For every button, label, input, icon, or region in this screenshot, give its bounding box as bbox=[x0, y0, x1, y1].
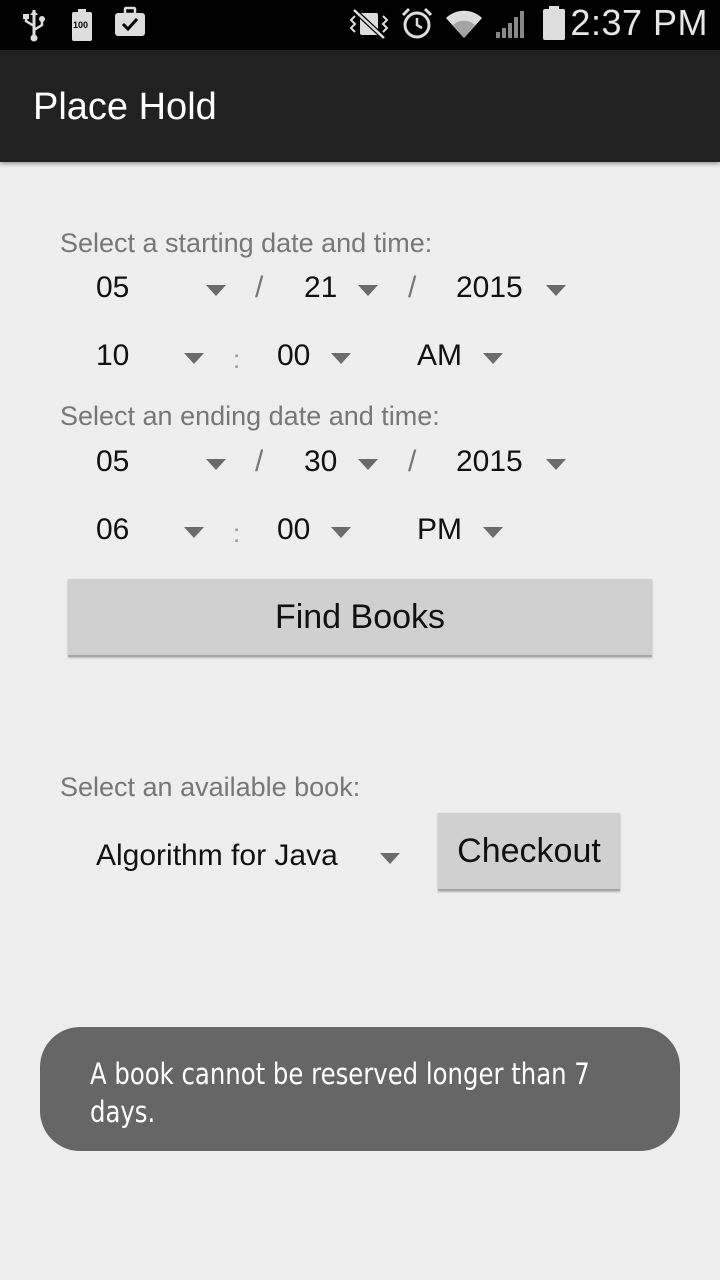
start-month-spinner[interactable]: 05 bbox=[96, 263, 232, 313]
start-datetime-label: Select a starting date and time: bbox=[60, 228, 433, 258]
end-datetime-label: Select an ending date and time: bbox=[60, 401, 440, 431]
checkout-button[interactable]: Checkout bbox=[438, 813, 620, 891]
dropdown-arrow-icon bbox=[184, 527, 204, 538]
status-time: 2:37 PM bbox=[570, 2, 708, 43]
time-separator: : bbox=[233, 518, 241, 548]
dropdown-arrow-icon bbox=[483, 527, 503, 538]
end-day-spinner[interactable]: 30 bbox=[304, 437, 390, 487]
wifi-icon bbox=[446, 10, 482, 39]
spinner-value: 06 bbox=[96, 513, 130, 546]
dropdown-arrow-icon bbox=[546, 285, 566, 296]
spinner-value: 05 bbox=[96, 271, 130, 304]
book-spinner[interactable]: Algorithm for Java bbox=[96, 831, 406, 881]
date-separator: / bbox=[255, 445, 264, 478]
end-year-spinner[interactable]: 2015 bbox=[456, 437, 582, 487]
spinner-value: 30 bbox=[304, 445, 338, 478]
spinner-value: 21 bbox=[304, 271, 338, 304]
briefcase-check-icon bbox=[115, 6, 145, 36]
battery-level-label: 100 bbox=[73, 20, 89, 30]
end-minute-spinner[interactable]: 00 bbox=[277, 505, 357, 555]
page-title: Place Hold bbox=[33, 86, 217, 128]
spinner-value: AM bbox=[417, 339, 462, 372]
vibrate-mute-icon bbox=[349, 8, 389, 40]
date-separator: / bbox=[408, 271, 417, 304]
alarm-icon bbox=[401, 7, 433, 39]
end-month-spinner[interactable]: 05 bbox=[96, 437, 232, 487]
dropdown-arrow-icon bbox=[206, 459, 226, 470]
start-ampm-spinner[interactable]: AM bbox=[417, 331, 513, 381]
dropdown-arrow-icon bbox=[380, 853, 400, 864]
dropdown-arrow-icon bbox=[358, 459, 378, 470]
start-year-spinner[interactable]: 2015 bbox=[456, 263, 582, 313]
end-hour-spinner[interactable]: 06 bbox=[96, 505, 212, 555]
status-bar: 100 2:37 PM bbox=[0, 0, 720, 50]
start-day-spinner[interactable]: 21 bbox=[304, 263, 390, 313]
usb-icon bbox=[23, 10, 45, 42]
find-books-button[interactable]: Find Books bbox=[68, 579, 652, 657]
spinner-value: Algorithm for Java bbox=[96, 839, 338, 872]
book-select-label: Select an available book: bbox=[60, 772, 361, 802]
spinner-value: 00 bbox=[277, 513, 311, 546]
date-separator: / bbox=[255, 271, 264, 304]
signal-icon bbox=[496, 11, 524, 38]
start-hour-spinner[interactable]: 10 bbox=[96, 331, 212, 381]
dropdown-arrow-icon bbox=[546, 459, 566, 470]
dropdown-arrow-icon bbox=[331, 527, 351, 538]
action-bar: Place Hold bbox=[0, 50, 720, 162]
toast-message: A book cannot be reserved longer than 7 … bbox=[90, 1057, 590, 1129]
dropdown-arrow-icon bbox=[483, 353, 503, 364]
toast: A book cannot be reserved longer than 7 … bbox=[40, 1027, 680, 1151]
spinner-value: 10 bbox=[96, 339, 130, 372]
dropdown-arrow-icon bbox=[331, 353, 351, 364]
dropdown-arrow-icon bbox=[358, 285, 378, 296]
time-separator: : bbox=[233, 344, 241, 374]
spinner-value: 2015 bbox=[456, 445, 523, 478]
spinner-value: 05 bbox=[96, 445, 130, 478]
battery-icon bbox=[543, 6, 565, 40]
spinner-value: PM bbox=[417, 513, 462, 546]
date-separator: / bbox=[408, 445, 417, 478]
start-minute-spinner[interactable]: 00 bbox=[277, 331, 357, 381]
spinner-value: 2015 bbox=[456, 271, 523, 304]
spinner-value: 00 bbox=[277, 339, 311, 372]
dropdown-arrow-icon bbox=[184, 353, 204, 364]
dropdown-arrow-icon bbox=[206, 285, 226, 296]
end-ampm-spinner[interactable]: PM bbox=[417, 505, 513, 555]
